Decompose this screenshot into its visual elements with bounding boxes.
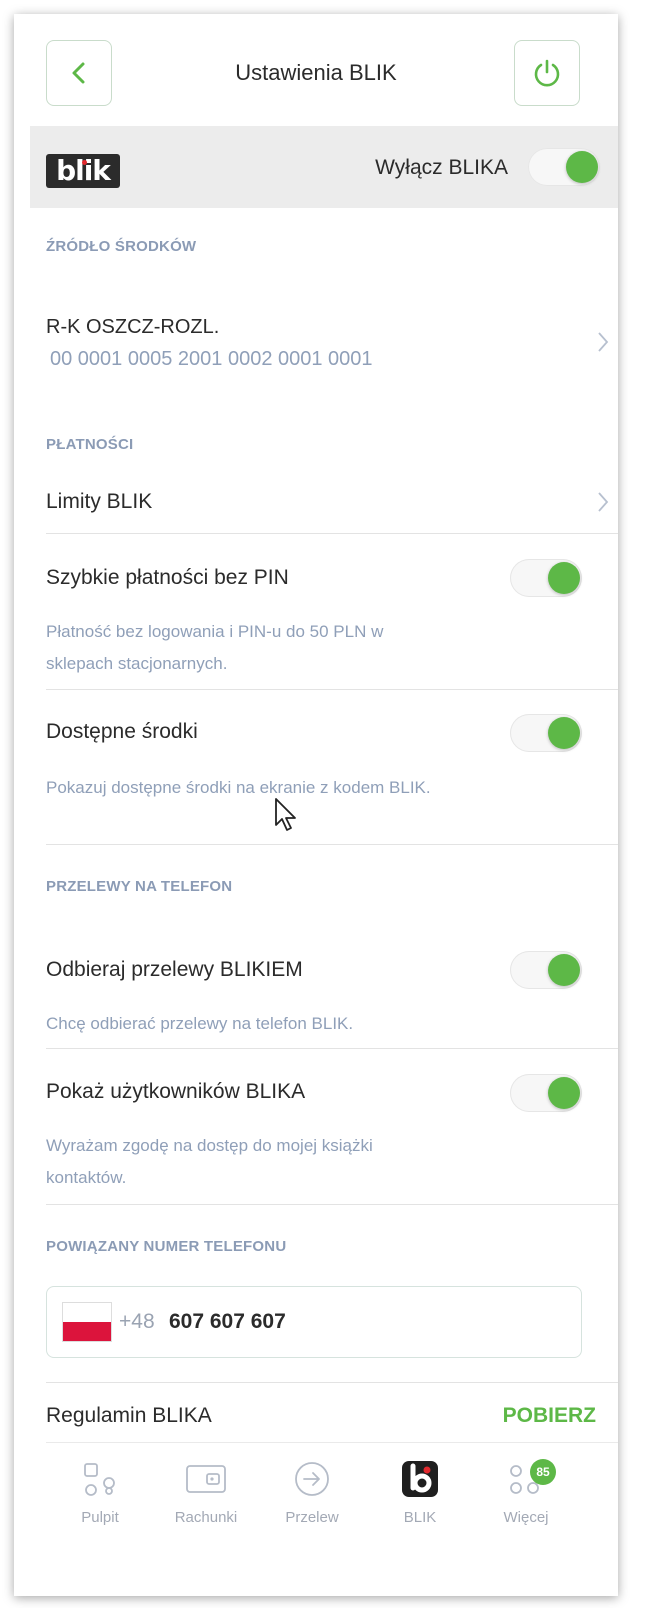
phone-number: 607 607 607 <box>169 1310 286 1333</box>
linked-phone-field[interactable]: +48 607 607 607 <box>46 1286 582 1358</box>
nav-tab-rachunki[interactable]: Rachunki <box>158 1457 254 1526</box>
regulations-label: Regulamin BLIKA <box>46 1404 212 1427</box>
transfer-arrow-icon <box>295 1462 329 1496</box>
chevron-right-icon <box>598 492 609 512</box>
divider <box>46 1204 618 1205</box>
receive-transfers-description: Chcę odbierać przelewy na telefon BLIK. <box>46 1014 354 1033</box>
poland-flag-icon <box>63 1303 111 1341</box>
wallet-icon <box>186 1465 226 1493</box>
funds-source-section-title: ŹRÓDŁO ŚRODKÓW <box>46 238 197 255</box>
show-users-label: Pokaż użytkowników BLIKA <box>46 1080 306 1103</box>
fast-payments-label: Szybkie płatności bez PIN <box>46 566 289 589</box>
nav-tab-pulpit[interactable]: Pulpit <box>52 1457 148 1526</box>
notification-badge: 85 <box>530 1459 556 1485</box>
fast-payments-toggle[interactable] <box>510 559 582 597</box>
show-users-toggle[interactable] <box>510 1074 582 1112</box>
dashboard-icon <box>84 1463 115 1496</box>
linked-phone-section-title: POWIĄZANY NUMER TELEFONU <box>46 1238 287 1255</box>
nav-tab-label: Przelew <box>285 1509 339 1526</box>
nav-tab-wiecej[interactable]: 85 Więcej <box>478 1457 574 1526</box>
nav-tab-blik[interactable]: BLIK <box>372 1457 468 1526</box>
blik-toggle-label: Wyłącz BLIKA <box>375 156 508 179</box>
blik-status-bar: blik Wyłącz BLIKA <box>30 126 618 208</box>
available-funds-description: Pokazuj dostępne środki na ekranie z kod… <box>46 778 431 797</box>
nav-tab-label: Rachunki <box>174 1509 238 1526</box>
receive-transfers-label: Odbieraj przelewy BLIKIEM <box>46 958 303 981</box>
divider <box>46 844 618 845</box>
blik-limits-label: Limity BLIK <box>46 490 153 513</box>
app-screen: Ustawienia BLIK blik Wyłącz BLIKA ŹRÓDŁO… <box>14 14 618 1596</box>
mouse-cursor-icon <box>275 798 296 831</box>
app-header: Ustawienia BLIK <box>14 14 618 126</box>
divider <box>46 533 618 534</box>
show-users-description: Wyrażam zgodę na dostęp do mojej książki… <box>46 1136 373 1187</box>
bottom-navigation: Pulpit Rachunki Przelew BLIK 85 Więcej <box>46 1442 618 1570</box>
blik-icon <box>402 1461 438 1497</box>
divider <box>46 1382 618 1383</box>
download-regulations-button[interactable]: POBIERZ <box>503 1404 596 1428</box>
power-icon <box>534 59 560 87</box>
receive-transfers-toggle[interactable] <box>510 951 582 989</box>
available-funds-label: Dostępne środki <box>46 720 198 743</box>
divider <box>46 689 618 690</box>
nav-tab-label: Pulpit <box>81 1509 119 1526</box>
chevron-right-icon <box>598 332 609 352</box>
funds-source-account-row[interactable]: R-K OSZCZ-ROZL. 00 0001 0005 2001 0002 0… <box>14 296 618 386</box>
fast-payments-description: Płatność bez logowania i PIN-u do 50 PLN… <box>46 622 384 673</box>
logout-button[interactable] <box>514 40 580 106</box>
blik-enabled-toggle[interactable] <box>528 148 600 186</box>
account-number: 00 0001 0005 2001 0002 0001 0001 <box>50 348 373 370</box>
payments-section-title: PŁATNOŚCI <box>46 436 134 453</box>
nav-tab-label: Więcej <box>503 1509 549 1526</box>
nav-tab-przelew[interactable]: Przelew <box>264 1457 360 1526</box>
available-funds-toggle[interactable] <box>510 714 582 752</box>
blik-logo: blik <box>46 154 120 188</box>
phone-prefix: +48 <box>119 1310 155 1333</box>
account-name: R-K OSZCZ-ROZL. <box>46 316 220 338</box>
phone-transfers-section-title: PRZELEWY NA TELEFON <box>46 878 233 895</box>
blik-limits-row[interactable]: Limity BLIK <box>14 472 618 532</box>
nav-tab-label: BLIK <box>403 1509 437 1526</box>
divider <box>46 1048 618 1049</box>
